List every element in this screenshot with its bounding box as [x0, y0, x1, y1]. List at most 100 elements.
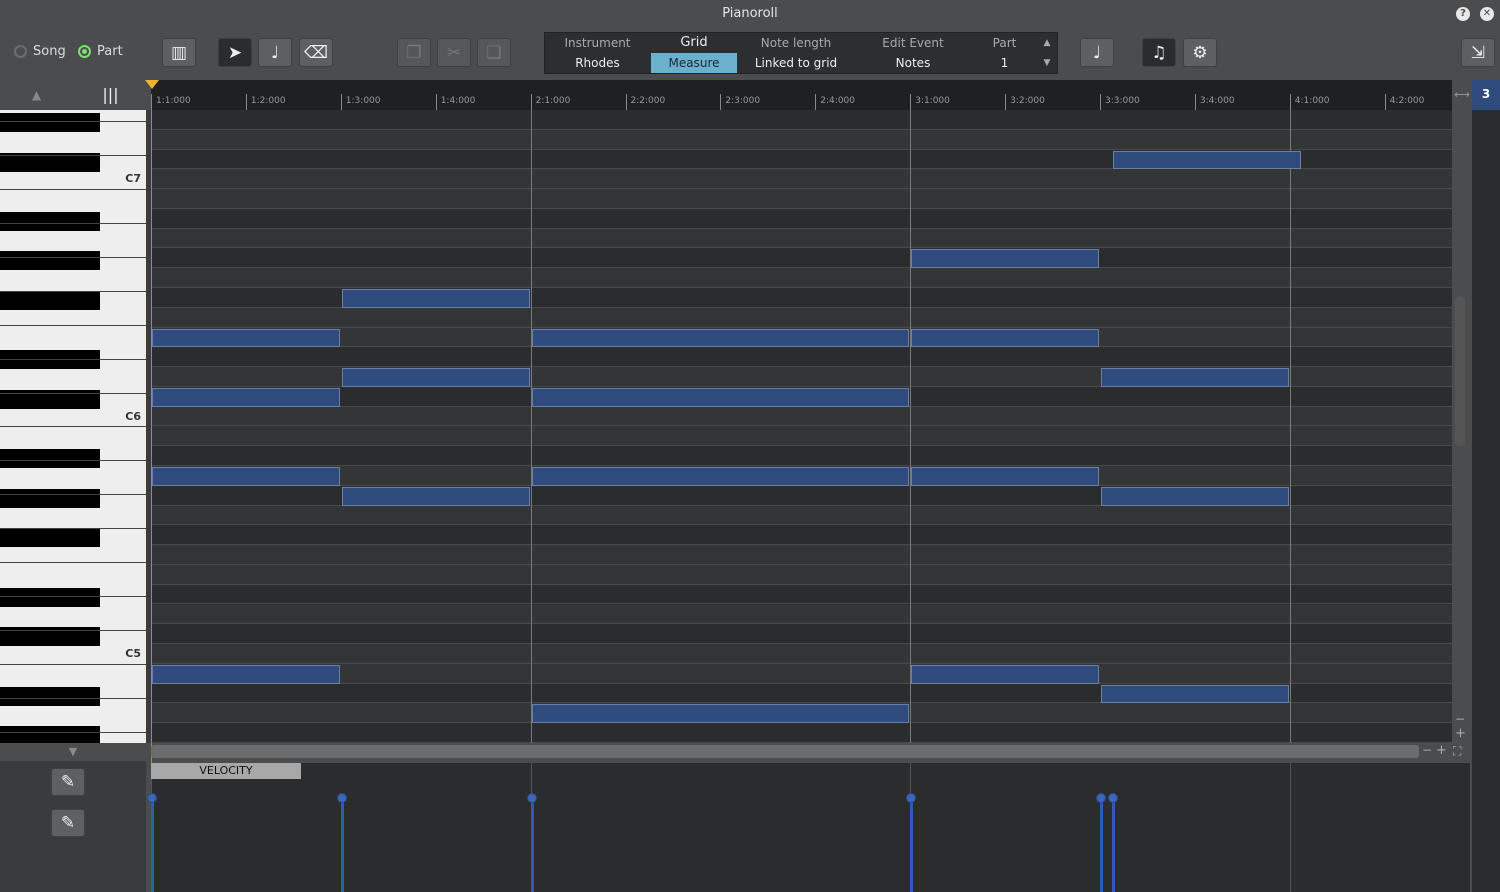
velocity-handle[interactable] — [336, 792, 347, 803]
eraser-icon: ⌫ — [303, 42, 329, 63]
grid-row — [151, 426, 1452, 447]
note-tool-button[interactable]: ♩ — [258, 38, 292, 67]
key-label: C6 — [125, 409, 141, 423]
quantize-button[interactable]: ♩ — [1080, 38, 1114, 67]
note[interactable] — [1101, 368, 1289, 387]
fullscreen-icon[interactable]: ⛶ — [1453, 744, 1461, 759]
song-radio[interactable]: Song — [14, 44, 66, 59]
black-key[interactable] — [0, 587, 100, 607]
cut-button[interactable]: ✂ — [437, 38, 471, 67]
grid-row — [151, 604, 1452, 625]
audition-button[interactable]: ||| — [75, 80, 146, 110]
black-key[interactable] — [0, 113, 100, 132]
note[interactable] — [911, 664, 1099, 684]
measure-line — [1289, 110, 1291, 743]
edit-event-value[interactable]: Notes — [855, 53, 971, 73]
ruler-tick: 2:4:000 — [815, 94, 855, 110]
help-icon[interactable]: ? — [1456, 7, 1470, 21]
note[interactable] — [531, 704, 910, 724]
ruler-tick: 3:4:000 — [1194, 94, 1235, 110]
black-key[interactable] — [0, 211, 100, 231]
track-badge[interactable]: 3 — [1472, 80, 1500, 110]
note[interactable] — [152, 328, 340, 348]
export-button[interactable]: ⇲ — [1461, 38, 1495, 67]
grid-row — [151, 564, 1452, 585]
zoom-in-horizontal-icon[interactable]: + — [1436, 743, 1447, 758]
velocity-lane[interactable] — [147, 763, 1470, 892]
quantize-icon: ♩ — [1092, 42, 1102, 63]
note[interactable] — [152, 387, 340, 407]
header-grid: Grid — [680, 35, 708, 50]
velocity-handle[interactable] — [1107, 792, 1118, 803]
part-up-arrow-icon[interactable]: ▲ — [1037, 33, 1057, 53]
note[interactable] — [911, 467, 1099, 486]
black-key[interactable] — [0, 686, 100, 706]
note[interactable] — [1101, 684, 1289, 704]
note[interactable] — [531, 328, 910, 348]
note[interactable] — [341, 486, 530, 506]
fit-width-icon[interactable]: ⟷ — [1452, 80, 1472, 110]
note[interactable] — [152, 467, 340, 486]
vertical-scrollbar[interactable] — [1455, 296, 1465, 446]
header-part: Part — [992, 36, 1017, 50]
paste-button[interactable]: ❏ — [477, 38, 511, 67]
velocity-handle[interactable] — [1096, 792, 1106, 803]
black-key[interactable] — [0, 726, 100, 743]
grid-row — [151, 723, 1452, 743]
piano-keyboard[interactable]: C7 C6 C5 — [0, 110, 146, 743]
note[interactable] — [911, 328, 1099, 348]
black-key[interactable] — [0, 528, 100, 548]
add-note-button[interactable]: ♫ — [1142, 38, 1176, 67]
note[interactable] — [341, 289, 530, 308]
copy-button[interactable]: ❐ — [397, 38, 431, 67]
instrument-value[interactable]: Rhodes — [545, 53, 650, 73]
grid-row — [151, 189, 1452, 209]
grid-value[interactable]: Measure — [651, 53, 737, 73]
note[interactable] — [341, 368, 530, 387]
gear-icon: ⚙ — [1192, 42, 1208, 63]
note[interactable] — [531, 467, 910, 486]
black-key[interactable] — [0, 488, 100, 508]
settings-button[interactable]: ⚙ — [1183, 38, 1217, 67]
horizontal-scrollbar[interactable] — [151, 745, 1419, 758]
white-key-divider — [0, 189, 146, 191]
header-instrument: Instrument — [564, 36, 631, 50]
note[interactable] — [1101, 486, 1289, 506]
pencil-settings-button[interactable]: ✎ — [51, 809, 85, 837]
note-grid[interactable] — [151, 110, 1452, 743]
black-key[interactable] — [0, 449, 100, 469]
note[interactable] — [531, 387, 910, 407]
grid-row — [151, 347, 1452, 368]
part-radio[interactable]: Part — [78, 44, 123, 59]
playhead-marker[interactable] — [145, 80, 159, 89]
velocity-handle[interactable] — [147, 792, 157, 803]
black-key[interactable] — [0, 350, 100, 370]
close-icon[interactable]: ✕ — [1480, 7, 1494, 21]
black-key[interactable] — [0, 251, 100, 271]
note[interactable] — [1112, 150, 1301, 170]
velocity-stem — [151, 797, 154, 892]
velocity-tab[interactable]: VELOCITY — [151, 763, 301, 779]
note[interactable] — [152, 664, 340, 684]
part-down-arrow-icon[interactable]: ▼ — [1037, 53, 1057, 73]
velocity-handle[interactable] — [526, 792, 537, 803]
scroll-down-button[interactable]: ▼ — [0, 743, 146, 761]
ruler-tick: 4:2:000 — [1384, 94, 1424, 110]
scissors-icon: ✂ — [446, 42, 462, 63]
black-key[interactable] — [0, 291, 100, 311]
part-value[interactable]: 1 — [972, 53, 1037, 73]
pointer-tool-button[interactable]: ➤ — [218, 38, 252, 67]
keyboard-view-button[interactable]: ▥ — [162, 38, 196, 67]
triangle-up-icon: ▲ — [31, 88, 42, 102]
scroll-up-button[interactable]: ▲ — [0, 80, 73, 110]
zoom-out-horizontal-icon[interactable]: − — [1422, 743, 1432, 757]
line-pencil-button[interactable]: ✎ — [51, 768, 85, 796]
note-length-value[interactable]: Linked to grid — [738, 53, 854, 73]
paste-icon: ❏ — [486, 42, 502, 63]
zoom-in-vertical-icon[interactable]: + — [1455, 726, 1466, 741]
note[interactable] — [911, 249, 1099, 269]
zoom-out-vertical-icon[interactable]: − — [1455, 712, 1465, 726]
velocity-handle[interactable] — [906, 792, 917, 803]
eraser-tool-button[interactable]: ⌫ — [299, 38, 333, 67]
timeline-ruler[interactable]: 1:1:000 1:2:000 1:3:000 1:4:000 2:1:000 2:2:0… — [151, 80, 1452, 110]
